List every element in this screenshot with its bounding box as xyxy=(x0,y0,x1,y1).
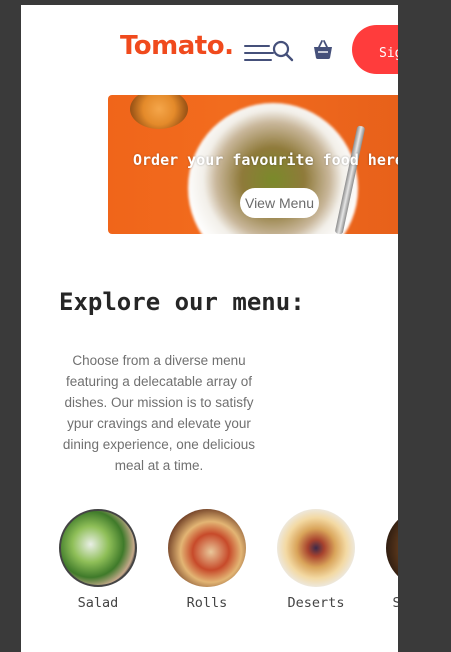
menu-item-sandwich[interactable]: Sandwich xyxy=(382,509,398,611)
menu-item-salad[interactable]: Salad xyxy=(55,509,141,611)
menu-item-label: Salad xyxy=(77,595,119,611)
explore-menu-heading: Explore our menu: xyxy=(59,288,305,316)
deserts-image xyxy=(277,509,355,587)
sandwich-image xyxy=(386,509,398,587)
menu-item-label: Rolls xyxy=(186,595,228,611)
basket-icon[interactable] xyxy=(312,39,334,61)
logo[interactable]: Tomato. xyxy=(120,33,234,59)
explore-menu-description: Choose from a diverse menu featuring a d… xyxy=(62,353,256,473)
hero-banner: Order your favourite food here View Menu xyxy=(108,95,398,234)
hamburger-menu-icon[interactable] xyxy=(244,45,274,63)
hero-title: Order your favourite food here xyxy=(133,151,398,169)
view-menu-button[interactable]: View Menu xyxy=(240,188,319,218)
rolls-image xyxy=(168,509,246,587)
menu-item-deserts[interactable]: Deserts xyxy=(273,509,359,611)
menu-item-label: Deserts xyxy=(287,595,345,611)
salad-image xyxy=(59,509,137,587)
page-viewport: Tomato. Sign in Order your favourite foo… xyxy=(21,5,398,652)
search-icon[interactable] xyxy=(271,39,295,63)
menu-item-label: Sandwich xyxy=(392,595,398,611)
menu-item-rolls[interactable]: Rolls xyxy=(164,509,250,611)
hero-bowl-image xyxy=(130,95,188,129)
sign-in-button[interactable]: Sign in xyxy=(352,25,398,74)
